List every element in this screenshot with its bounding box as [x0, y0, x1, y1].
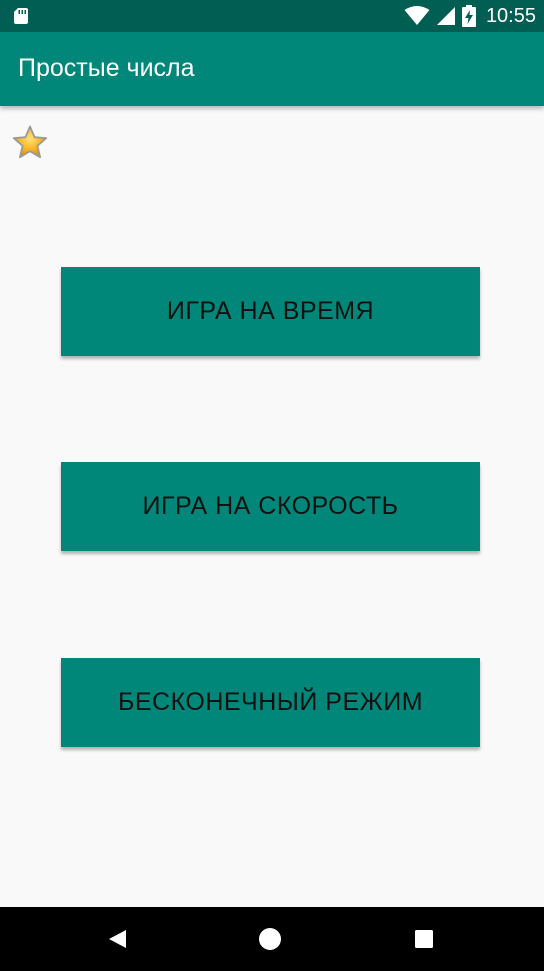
speed-game-button[interactable]: ИГРА НА СКОРОСТЬ — [61, 462, 480, 551]
sd-card-icon — [14, 8, 28, 24]
signal-icon — [436, 7, 455, 25]
endless-mode-button[interactable]: БЕСКОНЕЧНЫЙ РЕЖИМ — [61, 658, 480, 747]
navigation-bar — [0, 907, 544, 971]
back-icon[interactable] — [101, 923, 133, 955]
recents-icon[interactable] — [408, 923, 440, 955]
status-icons: 10:55 — [404, 0, 536, 32]
timed-game-button[interactable]: ИГРА НА ВРЕМЯ — [61, 267, 480, 356]
status-bar: 10:55 — [0, 0, 544, 32]
star-icon[interactable] — [11, 124, 49, 162]
battery-charging-icon — [461, 5, 476, 27]
app-bar: Простые числа — [0, 32, 544, 106]
status-time: 10:55 — [485, 4, 536, 27]
app-title: Простые числа — [18, 54, 195, 82]
wifi-icon — [404, 6, 430, 25]
home-icon[interactable] — [254, 923, 286, 955]
